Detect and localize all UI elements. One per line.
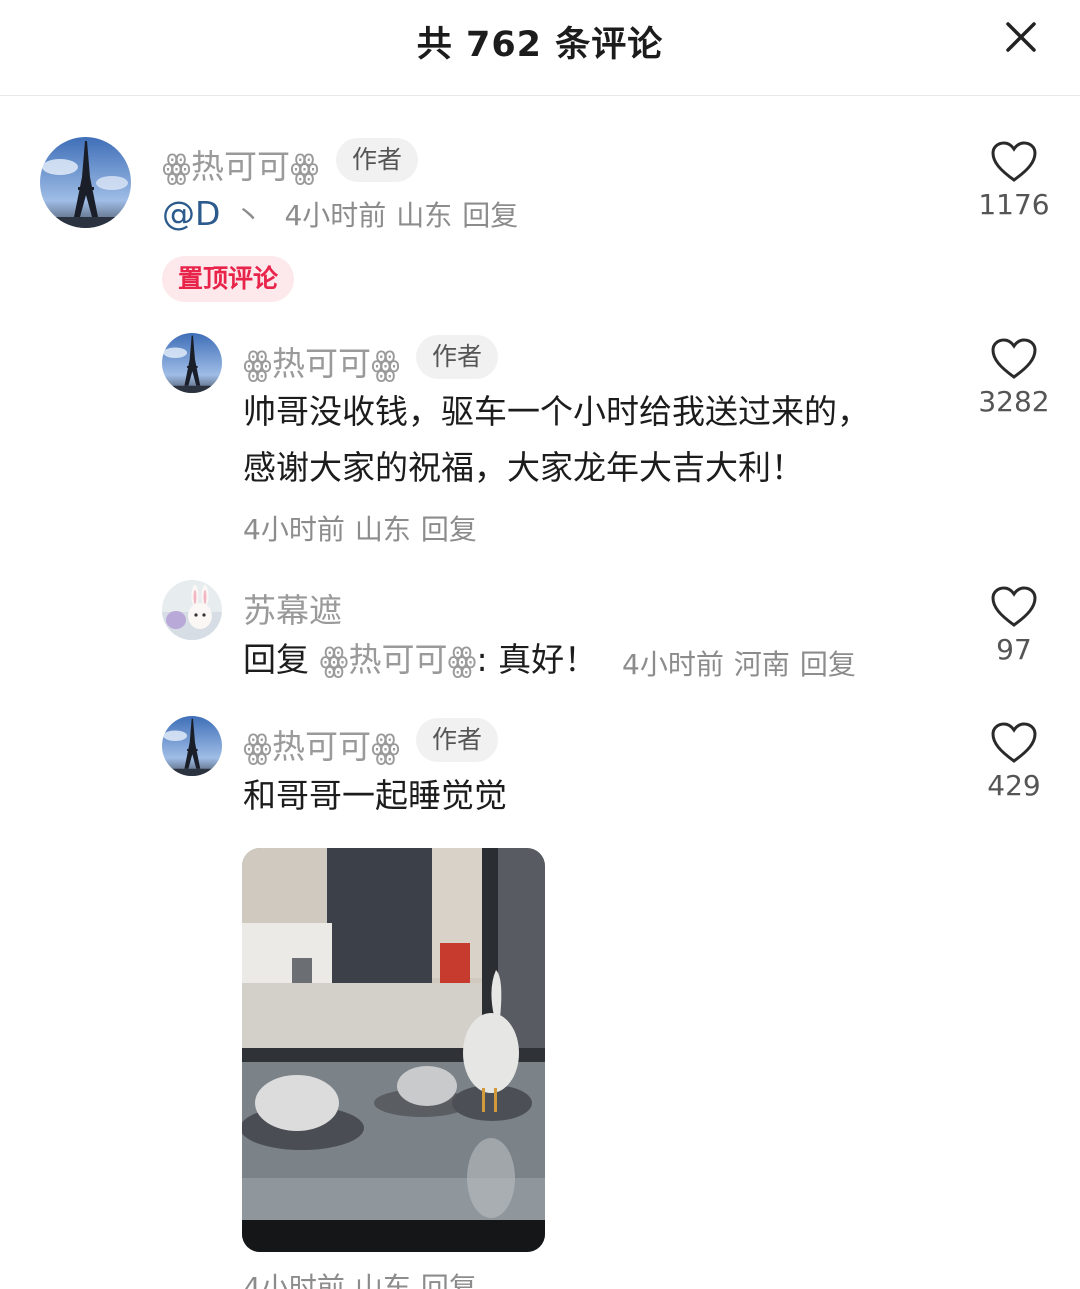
close-button[interactable] <box>994 14 1048 62</box>
author-badge: 作者 <box>416 335 499 379</box>
reply-text: : 真好！ <box>476 640 598 679</box>
avatar[interactable] <box>40 137 131 228</box>
comment-username[interactable]: 苏幕遮 <box>243 584 342 632</box>
heart-outline-icon <box>991 141 1037 182</box>
reply-button[interactable]: 回复 <box>421 1271 477 1289</box>
bunny-avatar <box>162 580 222 640</box>
avatar[interactable] <box>162 333 222 393</box>
reply-button[interactable]: 回复 <box>421 513 477 546</box>
comment-time: 4小时前 <box>284 199 387 232</box>
comment-text: 回复 ꙮ热可可ꙮ: 真好！ <box>243 632 597 688</box>
comments-header: 共 762 条评论 <box>0 0 1080 96</box>
comment-text-line: 帅哥没收钱，驱车一个小时给我送过来的， <box>243 392 870 431</box>
comment-meta: @D 丶 4小时前 山东 回复 <box>162 194 528 234</box>
reply-button[interactable]: 回复 <box>800 648 856 681</box>
comment-meta: 4小时前 山东 回复 <box>243 508 487 548</box>
comment-time: 4小时前 <box>622 648 724 681</box>
author-badge: 作者 <box>336 138 419 182</box>
comment-username[interactable]: ꙮ热可可ꙮ <box>243 337 400 385</box>
like-count: 3282 <box>978 385 1050 418</box>
like-button[interactable]: 429 <box>959 721 1069 802</box>
mention-link[interactable]: @D <box>162 194 220 233</box>
reply-to-username[interactable]: ꙮ热可可ꙮ <box>320 640 477 679</box>
like-count: 97 <box>996 633 1032 666</box>
eiffel-tower-avatar <box>162 333 222 393</box>
heart-outline-icon <box>991 338 1037 379</box>
like-button[interactable]: 1176 <box>959 140 1069 221</box>
comment-location: 山东 <box>396 199 453 232</box>
eiffel-tower-avatar <box>162 716 222 776</box>
reply-button[interactable]: 回复 <box>462 199 518 232</box>
comment-text-line: 感谢大家的祝福，大家龙年大吉大利！ <box>243 448 804 487</box>
like-button[interactable]: 3282 <box>959 337 1069 418</box>
heart-outline-icon <box>991 722 1037 763</box>
comment-time: 4小时前 <box>243 1271 345 1289</box>
comment-text: 和哥哥一起睡觉觉 <box>243 776 507 815</box>
comment-count-title: 共 762 条评论 <box>416 25 664 65</box>
geese-photo <box>242 848 545 1252</box>
comment-photo[interactable] <box>242 848 545 1252</box>
heart-outline-icon <box>991 586 1037 627</box>
close-icon <box>1006 22 1036 52</box>
comment-location: 河南 <box>733 648 790 681</box>
like-button[interactable]: 97 <box>959 585 1069 666</box>
like-count: 1176 <box>978 188 1050 221</box>
reply-prefix: 回复 <box>243 640 309 679</box>
comment-location: 山东 <box>354 513 411 546</box>
like-count: 429 <box>987 769 1041 802</box>
mention-suffix: 丶 <box>234 199 263 232</box>
avatar[interactable] <box>162 580 222 640</box>
comment-username[interactable]: ꙮ热可可ꙮ <box>243 720 400 768</box>
comment-meta: 4小时前 山东 回复 <box>243 1266 487 1289</box>
avatar[interactable] <box>162 716 222 776</box>
comment-meta: 4小时前 河南 回复 <box>622 643 866 683</box>
author-badge: 作者 <box>416 718 499 762</box>
comment-time: 4小时前 <box>243 513 345 546</box>
comment-username[interactable]: ꙮ热可可ꙮ <box>162 140 319 188</box>
pinned-comment-badge: 置顶评论 <box>162 256 295 302</box>
comment-location: 山东 <box>354 1271 411 1289</box>
eiffel-tower-avatar <box>40 137 131 228</box>
